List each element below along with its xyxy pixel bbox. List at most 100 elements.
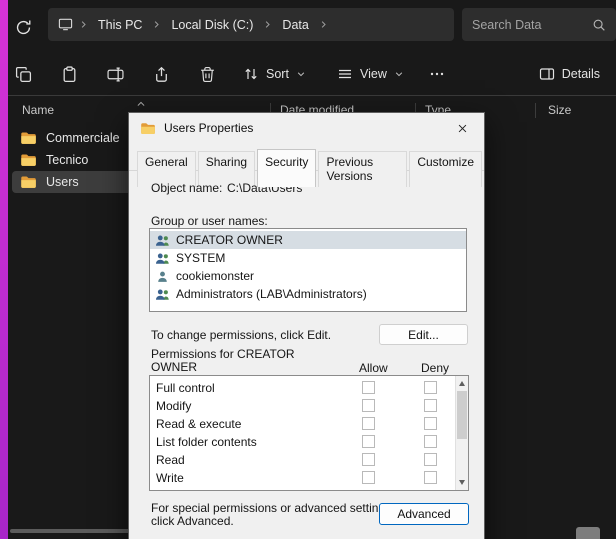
this-pc-icon <box>58 17 73 32</box>
group-icon <box>155 252 170 265</box>
chevron-right-icon[interactable] <box>78 19 89 30</box>
group-icon <box>155 288 170 301</box>
address-bar[interactable]: This PC Local Disk (C:) Data <box>48 8 454 41</box>
chevron-right-icon[interactable] <box>151 19 162 30</box>
view-icon <box>337 66 353 82</box>
allow-checkbox[interactable] <box>362 471 375 484</box>
permission-row-read-execute[interactable]: Read & execute <box>150 415 468 433</box>
user-name: cookiemonster <box>176 269 254 283</box>
permission-name: List folder contents <box>156 435 257 449</box>
dialog-titlebar[interactable]: Users Properties <box>129 113 484 143</box>
scrollbar-thumb[interactable] <box>457 391 467 439</box>
tab-customize[interactable]: Customize <box>409 151 482 187</box>
allow-checkbox[interactable] <box>362 381 375 394</box>
permission-row-write[interactable]: Write <box>150 469 468 487</box>
file-name: Users <box>46 175 79 189</box>
user-row-system[interactable]: SYSTEM <box>150 249 466 267</box>
search-box[interactable] <box>462 8 616 41</box>
copy-icon <box>15 66 32 83</box>
paste-icon <box>61 66 78 83</box>
deny-checkbox[interactable] <box>424 417 437 430</box>
edit-hint-text: To change permissions, click Edit. <box>151 328 331 342</box>
horizontal-scrollbar-thumb[interactable] <box>10 529 146 533</box>
folder-icon <box>20 131 37 145</box>
deny-checkbox[interactable] <box>424 399 437 412</box>
sort-ascending-icon <box>136 100 146 108</box>
close-button[interactable] <box>447 117 477 139</box>
details-pane-icon <box>539 66 555 82</box>
allow-checkbox[interactable] <box>362 435 375 448</box>
permissions-listbox: Full control Modify Read & execute List … <box>149 375 469 491</box>
breadcrumb-data[interactable]: Data <box>278 16 312 34</box>
breadcrumb-this-pc[interactable]: This PC <box>94 16 146 34</box>
chevron-right-icon[interactable] <box>318 19 329 30</box>
scroll-up-icon[interactable] <box>459 381 465 386</box>
allow-checkbox[interactable] <box>362 417 375 430</box>
permission-row-modify[interactable]: Modify <box>150 397 468 415</box>
search-input[interactable] <box>472 18 586 32</box>
breadcrumb-local-disk-c[interactable]: Local Disk (C:) <box>167 16 257 34</box>
tab-security[interactable]: Security <box>257 149 316 187</box>
close-icon <box>457 123 468 134</box>
folder-icon <box>20 175 37 189</box>
column-header-size[interactable]: Size <box>548 103 571 117</box>
chevron-down-icon <box>296 69 306 79</box>
sort-icon <box>243 66 259 82</box>
trash-icon <box>199 66 216 83</box>
view-dropdown[interactable]: View <box>328 58 413 90</box>
user-row-creator-owner[interactable]: CREATOR OWNER <box>150 231 466 249</box>
permission-name: Modify <box>156 399 191 413</box>
advanced-button[interactable]: Advanced <box>379 503 469 525</box>
deny-checkbox[interactable] <box>424 381 437 394</box>
allow-checkbox[interactable] <box>362 453 375 466</box>
more-options-button[interactable] <box>420 60 454 88</box>
deny-checkbox[interactable] <box>424 435 437 448</box>
permission-row-list-folder-contents[interactable]: List folder contents <box>150 433 468 451</box>
refresh-button[interactable] <box>10 14 36 40</box>
deny-checkbox[interactable] <box>424 471 437 484</box>
permission-name: Read & execute <box>156 417 241 431</box>
scroll-down-icon[interactable] <box>459 480 465 485</box>
delete-button[interactable] <box>188 57 226 91</box>
dialog-title: Users Properties <box>164 121 253 135</box>
column-divider[interactable] <box>535 103 536 118</box>
properties-dialog: Users Properties General Sharing Securit… <box>128 112 485 539</box>
user-name: SYSTEM <box>176 251 225 265</box>
permission-row-read[interactable]: Read <box>150 451 468 469</box>
permission-name: Write <box>156 471 184 485</box>
advanced-hint-text: For special permissions or advanced sett… <box>151 502 394 527</box>
advanced-hint-line1: For special permissions or advanced sett… <box>151 502 394 515</box>
details-pane-button[interactable]: Details <box>529 58 610 90</box>
advanced-hint-line2: click Advanced. <box>151 515 394 528</box>
permissions-for-label: Permissions for CREATOR OWNER <box>151 348 301 374</box>
rename-icon <box>107 66 124 83</box>
allow-checkbox[interactable] <box>362 399 375 412</box>
tab-previous-versions[interactable]: Previous Versions <box>318 151 407 187</box>
user-name: Administrators (LAB\Administrators) <box>176 287 367 301</box>
rename-button[interactable] <box>96 57 134 91</box>
group-user-listbox: CREATOR OWNER SYSTEM cookiemonster <box>149 228 467 312</box>
sort-dropdown[interactable]: Sort <box>234 58 315 90</box>
column-header-name[interactable]: Name <box>22 103 54 117</box>
user-row-cookiemonster[interactable]: cookiemonster <box>150 267 466 285</box>
user-name: CREATOR OWNER <box>176 233 283 247</box>
background-window-artifact <box>576 527 600 539</box>
paste-button[interactable] <box>50 57 88 91</box>
folder-icon <box>140 122 156 135</box>
group-or-user-names-label: Group or user names: <box>151 214 268 228</box>
sort-label: Sort <box>266 67 289 81</box>
chevron-right-icon[interactable] <box>262 19 273 30</box>
permission-row-full-control[interactable]: Full control <box>150 379 468 397</box>
deny-checkbox[interactable] <box>424 453 437 466</box>
vertical-scrollbar[interactable] <box>455 376 468 490</box>
share-button[interactable] <box>142 57 180 91</box>
permission-name: Read <box>156 453 185 467</box>
edit-button[interactable]: Edit... <box>379 324 468 345</box>
permission-name: Full control <box>156 381 215 395</box>
share-icon <box>153 66 170 83</box>
group-icon <box>155 234 170 247</box>
copy-button[interactable] <box>4 57 42 91</box>
user-row-administrators[interactable]: Administrators (LAB\Administrators) <box>150 285 466 303</box>
object-name-label: Object name: <box>151 181 222 195</box>
allow-column-label: Allow <box>359 361 388 375</box>
